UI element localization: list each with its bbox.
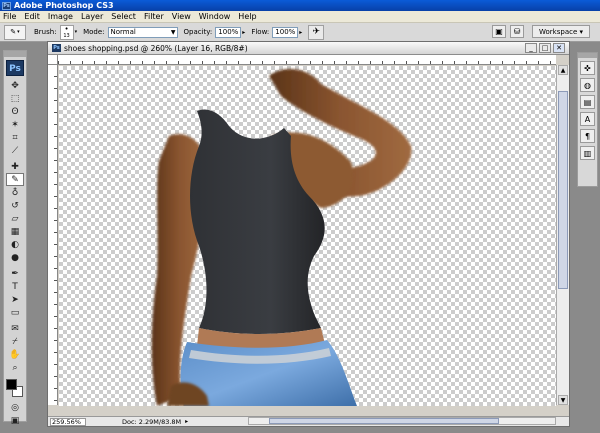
foreground-color-swatch[interactable]: [6, 379, 17, 390]
layer-artwork: [151, 69, 412, 406]
close-button[interactable]: ✕: [553, 43, 565, 53]
menu-bar: File Edit Image Layer Select Filter View…: [0, 11, 600, 23]
quick-mask-icon[interactable]: ◎: [6, 401, 24, 414]
slice-tool-icon[interactable]: ⟋: [6, 144, 24, 157]
layers-panel-icon[interactable]: ▥: [580, 146, 595, 160]
type-tool-icon[interactable]: T: [6, 280, 24, 293]
flow-value: 100%: [275, 28, 296, 36]
menu-window[interactable]: Window: [195, 11, 235, 22]
zoom-tool-icon[interactable]: ⌕: [6, 361, 24, 374]
flow-slider-arrow-icon[interactable]: ▸: [299, 29, 302, 36]
brush-dot-icon: •: [64, 24, 69, 33]
opacity-slider-arrow-icon[interactable]: ▸: [242, 29, 245, 36]
eraser-tool-icon[interactable]: ▱: [6, 212, 24, 225]
document-icon: Ps: [52, 44, 61, 52]
chevron-down-icon: ▼: [170, 28, 176, 36]
opacity-label: Opacity:: [183, 28, 213, 36]
document-title: shoes shopping.psd @ 260% (Layer 16, RGB…: [64, 43, 248, 53]
dodge-tool-icon[interactable]: ●: [6, 251, 24, 264]
color-swatches[interactable]: [6, 379, 24, 399]
options-bar: ✎ ▾ Brush: • 13 ▾ Mode: Normal ▼ Opacity…: [0, 23, 600, 42]
flow-field[interactable]: 100%: [272, 26, 299, 38]
vertical-scrollbar[interactable]: ▲ ▼: [556, 65, 569, 405]
app-title-bar: Ps Adobe Photoshop CS3: [0, 0, 600, 11]
menu-edit[interactable]: Edit: [20, 11, 44, 22]
menu-layer[interactable]: Layer: [77, 11, 107, 22]
tool-preset-picker[interactable]: ✎ ▾: [4, 24, 26, 40]
lasso-tool-icon[interactable]: ʘ: [6, 105, 24, 118]
navigator-panel-icon[interactable]: ✜: [580, 61, 595, 75]
menu-select[interactable]: Select: [107, 11, 140, 22]
menu-help[interactable]: Help: [234, 11, 260, 22]
scroll-down-icon[interactable]: ▼: [558, 395, 568, 405]
photoshop-app-icon: Ps: [2, 1, 11, 10]
color-panel-icon[interactable]: ◍: [580, 78, 595, 92]
jeans-shape: [180, 340, 357, 406]
eyedropper-tool-icon[interactable]: ⌿: [6, 335, 24, 348]
marquee-tool-icon[interactable]: ⬚: [6, 92, 24, 105]
app-title: Adobe Photoshop CS3: [14, 1, 114, 10]
paragraph-panel-icon[interactable]: ¶: [580, 129, 595, 143]
dock-grip[interactable]: [578, 53, 597, 58]
document-title-bar[interactable]: Ps shoes shopping.psd @ 260% (Layer 16, …: [48, 42, 569, 55]
healing-brush-tool-icon[interactable]: ✚: [6, 160, 24, 173]
opacity-field[interactable]: 100%: [215, 26, 242, 38]
clone-stamp-tool-icon[interactable]: ♁: [6, 186, 24, 199]
status-menu-arrow-icon[interactable]: ▸: [185, 418, 188, 425]
mode-label: Mode:: [83, 28, 105, 36]
horizontal-ruler[interactable]: [58, 55, 556, 65]
brush-tool-icon[interactable]: ✎: [6, 173, 24, 186]
character-panel-icon[interactable]: A: [580, 112, 595, 126]
brush-tool-icon: ✎: [10, 28, 17, 36]
opacity-value: 100%: [218, 28, 239, 36]
panel-dock: ✜ ◍ ▤ A ¶ ▥: [577, 52, 598, 187]
status-bar: 259.56% Doc: 2.29M/83.8M ▸: [48, 416, 569, 426]
tools-panel-grip[interactable]: [4, 51, 26, 57]
image-canvas[interactable]: [59, 66, 556, 406]
tools-panel: Ps ✥ ⬚ ʘ ✶ ⌗ ⟋ ✚ ✎ ♁ ↺ ▱ ▦ ◐ ● ✒ T ➤ ▭ ✉ ⌿ ✋ ⌕ ◎ ▣: [3, 50, 27, 426]
chevron-down-icon: ▾: [74, 29, 78, 35]
flow-label: Flow:: [251, 28, 270, 36]
gradient-tool-icon[interactable]: ▦: [6, 225, 24, 238]
workspace-button[interactable]: Workspace ▾: [532, 25, 590, 38]
menu-file[interactable]: File: [0, 11, 20, 22]
bridge-icon[interactable]: ⛁: [510, 25, 524, 38]
move-tool-icon[interactable]: ✥: [6, 79, 24, 92]
horizontal-scrollbar[interactable]: [248, 417, 556, 425]
maximize-button[interactable]: □: [539, 43, 551, 53]
vertical-scroll-thumb[interactable]: [558, 91, 568, 289]
photoshop-logo[interactable]: Ps: [6, 60, 24, 76]
shape-tool-icon[interactable]: ▭: [6, 306, 24, 319]
mode-dropdown[interactable]: Normal ▼: [107, 26, 178, 38]
document-info: Doc: 2.29M/83.8M: [122, 417, 182, 426]
brush-size: 13: [63, 32, 70, 39]
path-selection-tool-icon[interactable]: ➤: [6, 293, 24, 306]
history-brush-tool-icon[interactable]: ↺: [6, 199, 24, 212]
menu-view[interactable]: View: [168, 11, 195, 22]
scroll-up-icon[interactable]: ▲: [558, 65, 568, 75]
screen-mode-icon[interactable]: ▣: [6, 414, 24, 427]
horizontal-scroll-thumb[interactable]: [269, 418, 499, 424]
chevron-down-icon: ▾: [17, 29, 20, 35]
mode-value: Normal: [110, 28, 136, 36]
ruler-origin[interactable]: [48, 55, 58, 65]
menu-filter[interactable]: Filter: [140, 11, 168, 22]
notes-tool-icon[interactable]: ✉: [6, 322, 24, 335]
crop-tool-icon[interactable]: ⌗: [6, 131, 24, 144]
palette-well-icon[interactable]: ▣: [492, 25, 506, 38]
brush-label: Brush:: [34, 28, 57, 36]
vertical-ruler[interactable]: [48, 65, 58, 405]
zoom-field[interactable]: 259.56%: [50, 417, 86, 426]
document-window: Ps shoes shopping.psd @ 260% (Layer 16, …: [47, 41, 570, 427]
pen-tool-icon[interactable]: ✒: [6, 267, 24, 280]
magic-wand-tool-icon[interactable]: ✶: [6, 118, 24, 131]
blur-tool-icon[interactable]: ◐: [6, 238, 24, 251]
swatches-panel-icon[interactable]: ▤: [580, 95, 595, 109]
menu-image[interactable]: Image: [44, 11, 77, 22]
brush-picker[interactable]: • 13: [59, 24, 74, 40]
minimize-button[interactable]: _: [525, 43, 537, 53]
airbrush-toggle-icon[interactable]: ✈: [308, 24, 325, 40]
hand-tool-icon[interactable]: ✋: [6, 348, 24, 361]
